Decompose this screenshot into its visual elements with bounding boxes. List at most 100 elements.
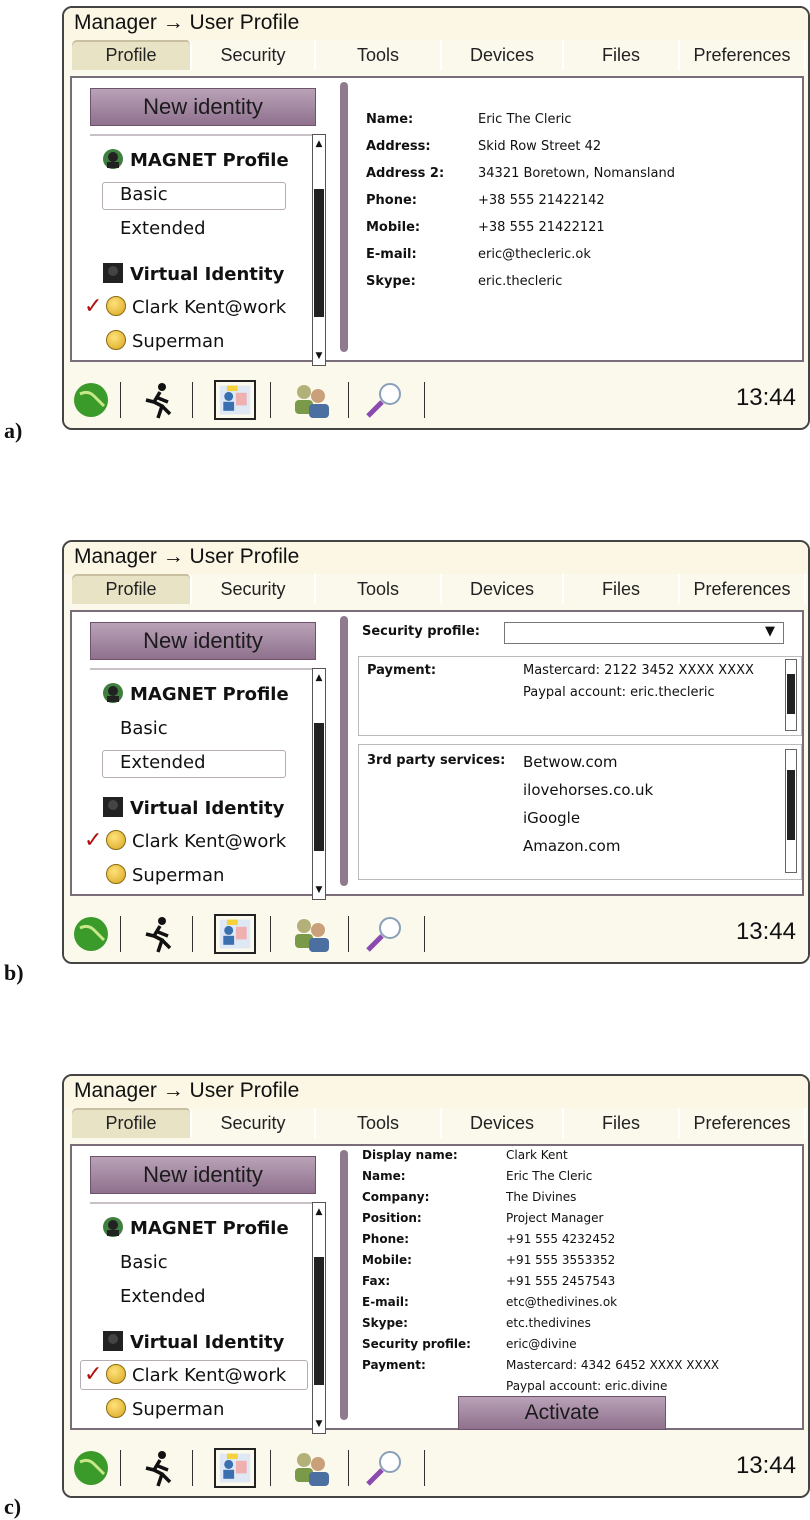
nav-item-basic[interactable]: Basic	[120, 1252, 168, 1273]
user-profile-icon[interactable]	[214, 1448, 256, 1488]
tab-preferences[interactable]: Preferences	[680, 574, 806, 604]
field-value: Project Manager	[506, 1211, 604, 1225]
nav-item-superman[interactable]: Superman	[106, 1398, 224, 1420]
content-panel: New identity MAGNET Profile Basic Extend…	[70, 1144, 804, 1434]
nav-item-clark-kent[interactable]: Clark Kent@work	[106, 1364, 286, 1386]
clock: 13:44	[735, 384, 796, 411]
scroll-thumb[interactable]	[314, 1257, 324, 1385]
scroll-up-icon[interactable]: ▲	[313, 1205, 325, 1219]
separator	[90, 1202, 316, 1204]
globe-icon[interactable]	[70, 914, 112, 954]
nav-item-extended[interactable]: Extended	[120, 752, 206, 773]
security-profile-dropdown[interactable]: ▼	[504, 622, 784, 644]
users-icon[interactable]	[290, 1448, 332, 1488]
tab-tools[interactable]: Tools	[316, 40, 442, 70]
tab-files[interactable]: Files	[564, 40, 680, 70]
smiley-icon	[106, 830, 126, 850]
smiley-icon	[106, 864, 126, 884]
nav-item-extended[interactable]: Extended	[120, 218, 206, 239]
tab-files[interactable]: Files	[564, 574, 680, 604]
left-scrollbar[interactable]: ▲ ▼	[312, 134, 326, 366]
service-item[interactable]: ilovehorses.co.uk	[523, 781, 653, 799]
users-icon[interactable]	[290, 380, 332, 420]
nav-item-basic[interactable]: Basic	[120, 184, 168, 205]
field-label: Security profile:	[362, 1337, 471, 1351]
globe-icon[interactable]	[70, 380, 112, 420]
tab-security[interactable]: Security	[192, 574, 316, 604]
panel-divider[interactable]	[340, 1150, 348, 1420]
search-icon[interactable]	[364, 914, 406, 954]
taskbar: 13:44	[64, 904, 808, 962]
check-icon: ✓	[84, 828, 103, 853]
tab-profile[interactable]: Profile	[72, 1108, 192, 1138]
services-scrollbar[interactable]	[785, 749, 797, 873]
field-label: Name:	[362, 1169, 406, 1183]
running-man-icon[interactable]	[138, 914, 180, 954]
user-profile-icon[interactable]	[214, 914, 256, 954]
nav-item-basic[interactable]: Basic	[120, 718, 168, 739]
superman-label: Superman	[132, 865, 225, 886]
scroll-down-icon[interactable]: ▼	[313, 883, 325, 897]
left-scrollbar[interactable]: ▲ ▼	[312, 668, 326, 900]
nav-item-clark-kent[interactable]: Clark Kent@work	[106, 830, 286, 852]
nav-item-clark-kent[interactable]: Clark Kent@work	[106, 296, 286, 318]
left-scrollbar[interactable]: ▲ ▼	[312, 1202, 326, 1434]
tab-files[interactable]: Files	[564, 1108, 680, 1138]
scroll-thumb[interactable]	[314, 189, 324, 317]
scroll-down-icon[interactable]: ▼	[313, 1417, 325, 1431]
scroll-thumb[interactable]	[314, 723, 324, 851]
users-icon[interactable]	[290, 914, 332, 954]
panel-divider[interactable]	[340, 616, 348, 886]
field-label: E-mail:	[362, 1295, 409, 1309]
magnet-profile-heading[interactable]: MAGNET Profile	[102, 1216, 289, 1239]
virtual-identity-heading[interactable]: Virtual Identity	[102, 262, 284, 285]
nav-item-extended[interactable]: Extended	[120, 1286, 206, 1307]
tab-profile[interactable]: Profile	[72, 40, 192, 70]
tab-security[interactable]: Security	[192, 1108, 316, 1138]
running-man-icon[interactable]	[138, 380, 180, 420]
tab-devices[interactable]: Devices	[442, 1108, 564, 1138]
separator	[90, 668, 316, 670]
magnet-profile-heading[interactable]: MAGNET Profile	[102, 682, 289, 705]
activate-button[interactable]: Activate	[458, 1396, 666, 1430]
tab-bar: Profile Security Tools Devices Files Pre…	[64, 40, 808, 76]
tab-preferences[interactable]: Preferences	[680, 40, 806, 70]
panel-divider[interactable]	[340, 82, 348, 352]
service-item[interactable]: Amazon.com	[523, 837, 620, 855]
virtual-identity-heading[interactable]: Virtual Identity	[102, 1330, 284, 1353]
search-icon[interactable]	[364, 380, 406, 420]
magnet-profile-label: MAGNET Profile	[130, 150, 289, 171]
virtual-identity-label: Virtual Identity	[130, 264, 285, 285]
new-identity-button[interactable]: New identity	[90, 88, 316, 126]
tab-preferences[interactable]: Preferences	[680, 1108, 806, 1138]
nav-item-superman[interactable]: Superman	[106, 330, 224, 352]
separator	[90, 134, 316, 136]
user-profile-icon[interactable]	[214, 380, 256, 420]
new-identity-button[interactable]: New identity	[90, 622, 316, 660]
taskbar-separator	[424, 916, 425, 952]
search-icon[interactable]	[364, 1448, 406, 1488]
nav-item-superman[interactable]: Superman	[106, 864, 224, 886]
service-item[interactable]: iGoogle	[523, 809, 580, 827]
taskbar-separator	[348, 1450, 349, 1486]
scroll-up-icon[interactable]: ▲	[313, 671, 325, 685]
scroll-down-icon[interactable]: ▼	[313, 349, 325, 363]
tab-tools[interactable]: Tools	[316, 1108, 442, 1138]
scroll-thumb[interactable]	[787, 674, 795, 714]
tab-security[interactable]: Security	[192, 40, 316, 70]
new-identity-button[interactable]: New identity	[90, 1156, 316, 1194]
field-label: Fax:	[362, 1274, 391, 1288]
globe-icon[interactable]	[70, 1448, 112, 1488]
magnet-profile-icon	[103, 1217, 123, 1237]
magnet-profile-heading[interactable]: MAGNET Profile	[102, 148, 289, 171]
service-item[interactable]: Betwow.com	[523, 753, 618, 771]
tab-devices[interactable]: Devices	[442, 574, 564, 604]
scroll-up-icon[interactable]: ▲	[313, 137, 325, 151]
tab-profile[interactable]: Profile	[72, 574, 192, 604]
payment-scrollbar[interactable]	[785, 659, 797, 731]
tab-devices[interactable]: Devices	[442, 40, 564, 70]
running-man-icon[interactable]	[138, 1448, 180, 1488]
tab-tools[interactable]: Tools	[316, 574, 442, 604]
scroll-thumb[interactable]	[787, 770, 795, 840]
virtual-identity-heading[interactable]: Virtual Identity	[102, 796, 284, 819]
